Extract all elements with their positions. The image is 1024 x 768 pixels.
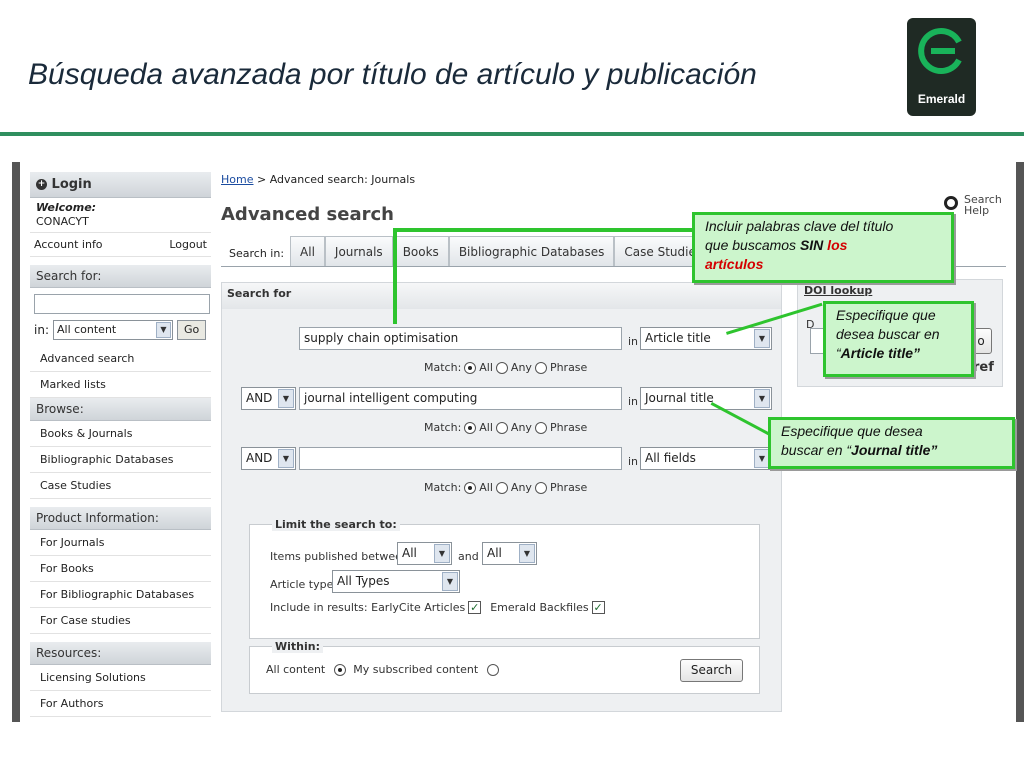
search-help-link[interactable]: Search Help: [944, 194, 1002, 216]
match-all-radio[interactable]: [464, 481, 477, 494]
callout-keywords: Incluir palabras clave del título que bu…: [692, 212, 954, 283]
match-any-radio[interactable]: [495, 361, 508, 374]
article-type-select[interactable]: All Types ▼: [332, 570, 460, 593]
published-from-select[interactable]: All ▼: [397, 542, 452, 565]
account-row: Account info Logout: [30, 233, 211, 257]
operator-select-2[interactable]: AND ▼: [241, 387, 296, 410]
within-all-radio[interactable]: [334, 663, 347, 676]
sidebar: + Login Welcome: CONACYT Account info Lo…: [30, 172, 211, 717]
product-info-header: Product Information:: [30, 507, 211, 530]
go-button[interactable]: Go: [176, 320, 207, 340]
browse-header: Browse:: [30, 398, 211, 421]
search-panel-header: Search for: [222, 283, 781, 309]
match-options-1: Match: All Any Phrase: [424, 361, 588, 374]
limit-legend: Limit the search to:: [272, 518, 400, 531]
sidebar-item-books-journals[interactable]: Books & Journals: [30, 421, 211, 447]
resources-header: Resources:: [30, 642, 211, 665]
sidebar-item-for-case-studies[interactable]: For Case studies: [30, 608, 211, 634]
chevron-down-icon: ▼: [754, 329, 770, 348]
tab-all[interactable]: All: [290, 236, 325, 266]
sidebar-item-marked-lists[interactable]: Marked lists: [30, 372, 211, 398]
quick-search-box: in: All content ▼ Go: [30, 288, 211, 346]
match-any-radio[interactable]: [495, 421, 508, 434]
frame-right-edge: [1016, 162, 1024, 722]
article-type-label: Article type:: [270, 578, 338, 591]
sidebar-item-for-bibliographic-databases[interactable]: For Bibliographic Databases: [30, 582, 211, 608]
page-title: Advanced search: [221, 204, 394, 225]
sidebar-item-case-studies[interactable]: Case Studies: [30, 473, 211, 499]
query-input-3[interactable]: [299, 447, 622, 470]
callout-article-title: Especifique que desea buscar en “Article…: [823, 301, 974, 377]
connector-line-keywords-vertical: [393, 228, 397, 324]
emerald-logo: Emerald: [907, 18, 976, 116]
breadcrumb: Home > Advanced search: Journals: [221, 173, 416, 186]
published-label: Items published between:: [270, 550, 413, 563]
in-label: in:: [34, 323, 49, 337]
search-for-header: Search for:: [30, 265, 211, 288]
login-header[interactable]: + Login: [30, 172, 211, 198]
plus-circle-icon: +: [36, 179, 47, 190]
help-icon: [944, 196, 958, 210]
breadcrumb-home-link[interactable]: Home: [221, 173, 253, 186]
match-all-radio[interactable]: [464, 421, 477, 434]
sidebar-item-advanced-search[interactable]: Advanced search: [30, 346, 211, 372]
search-in-label: Search in:: [229, 247, 285, 260]
match-phrase-radio[interactable]: [534, 361, 547, 374]
field-select-2[interactable]: Journal title ▼: [640, 387, 772, 410]
query-input-2[interactable]: journal intelligent computing: [299, 387, 622, 410]
published-to-select[interactable]: All ▼: [482, 542, 537, 565]
sidebar-item-licensing-solutions[interactable]: Licensing Solutions: [30, 665, 211, 691]
user-name: CONACYT: [36, 215, 89, 228]
header-rule: [0, 132, 1024, 136]
sidebar-item-for-authors[interactable]: For Authors: [30, 691, 211, 717]
breadcrumb-current: Advanced search: Journals: [269, 173, 416, 186]
sidebar-item-for-books[interactable]: For Books: [30, 556, 211, 582]
welcome-label: Welcome:: [36, 201, 97, 214]
account-info-link[interactable]: Account info: [34, 233, 103, 256]
within-options: All content My subscribed content: [266, 663, 500, 676]
match-options-3: Match: All Any Phrase: [424, 481, 588, 494]
chevron-down-icon: ▼: [278, 389, 294, 408]
chevron-down-icon: ▼: [434, 544, 450, 563]
match-phrase-radio[interactable]: [534, 421, 547, 434]
connector-line-keywords-horizontal: [393, 228, 692, 232]
query-input-1[interactable]: supply chain optimisation: [299, 327, 622, 350]
sidebar-item-for-journals[interactable]: For Journals: [30, 530, 211, 556]
earlycite-checkbox[interactable]: ✓: [468, 601, 482, 614]
slide-title: Búsqueda avanzada por título de artículo…: [28, 58, 757, 91]
match-options-2: Match: All Any Phrase: [424, 421, 588, 434]
field-select-1[interactable]: Article title ▼: [640, 327, 772, 350]
chevron-down-icon: ▼: [155, 322, 171, 338]
chevron-down-icon: ▼: [519, 544, 535, 563]
field-select-3[interactable]: All fields ▼: [640, 447, 772, 470]
emerald-e-icon: [918, 28, 962, 74]
within-subscribed-radio[interactable]: [487, 663, 500, 676]
match-phrase-radio[interactable]: [534, 481, 547, 494]
operator-select-3[interactable]: AND ▼: [241, 447, 296, 470]
welcome-box: Welcome: CONACYT: [30, 198, 211, 233]
match-any-radio[interactable]: [495, 481, 508, 494]
backfiles-checkbox[interactable]: ✓: [591, 601, 605, 614]
chevron-down-icon: ▼: [754, 389, 770, 408]
frame-left-edge: [12, 162, 20, 722]
include-results-row: Include in results: EarlyCite Articles ✓…: [270, 601, 605, 614]
within-legend: Within:: [272, 640, 323, 653]
scope-select[interactable]: All content ▼: [52, 320, 173, 340]
doi-lookup-header: DOI lookup: [804, 284, 873, 297]
tab-bibliographic-databases[interactable]: Bibliographic Databases: [448, 236, 615, 266]
callout-journal-title: Especifique que desea buscar en “Journal…: [768, 417, 1015, 469]
crossref-logo: ref: [973, 360, 994, 375]
match-all-radio[interactable]: [464, 361, 477, 374]
login-label: Login: [51, 177, 92, 192]
search-button[interactable]: Search: [680, 659, 743, 682]
tab-journals[interactable]: Journals: [324, 236, 393, 266]
logout-link[interactable]: Logout: [169, 233, 207, 256]
tab-books[interactable]: Books: [392, 236, 449, 266]
quick-search-input[interactable]: [34, 294, 210, 314]
chevron-down-icon: ▼: [278, 449, 294, 468]
chevron-down-icon: ▼: [442, 572, 458, 591]
sidebar-item-bibliographic-databases[interactable]: Bibliographic Databases: [30, 447, 211, 473]
